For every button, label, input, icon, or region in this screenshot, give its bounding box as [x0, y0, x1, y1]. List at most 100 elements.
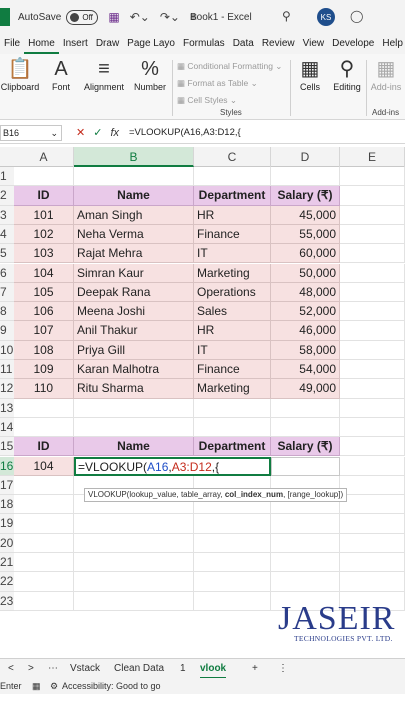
cell[interactable] — [340, 340, 405, 360]
table-cell[interactable]: 52,000 — [271, 302, 340, 322]
table-cell[interactable]: 45,000 — [271, 205, 340, 225]
search-icon[interactable]: ⚲ — [282, 9, 291, 23]
cell[interactable] — [340, 224, 405, 245]
table-cell[interactable]: Operations — [194, 282, 271, 303]
undo-icon[interactable]: ↶⌄ — [130, 10, 150, 24]
row-header[interactable]: 1 — [0, 167, 14, 187]
tab-review[interactable]: Review — [258, 34, 299, 54]
cell[interactable] — [340, 167, 405, 187]
cell[interactable] — [340, 186, 405, 206]
row-header[interactable]: 15 — [0, 437, 14, 457]
table-cell[interactable]: 101 — [14, 205, 74, 225]
sheet-tab-1[interactable]: 1 — [180, 659, 186, 679]
tab-develope[interactable]: Develope — [328, 34, 378, 54]
table-cell[interactable]: Finance — [194, 224, 271, 245]
table-cell[interactable]: Aman Singh — [74, 205, 194, 225]
tab-page-layo[interactable]: Page Layo — [123, 34, 179, 54]
active-formula-cell[interactable]: =VLOOKUP(A16,A3:D12,{ — [74, 456, 271, 476]
column-header-e[interactable]: E — [340, 147, 405, 167]
cell[interactable] — [340, 302, 405, 322]
table-cell[interactable]: Marketing — [194, 379, 271, 399]
table-cell[interactable]: IT — [194, 340, 271, 360]
cell[interactable] — [340, 437, 405, 457]
table-cell[interactable]: Rajat Mehra — [74, 244, 194, 264]
cell[interactable] — [14, 533, 74, 553]
table-cell[interactable]: Meena Joshi — [74, 302, 194, 322]
column-header-c[interactable]: C — [194, 147, 271, 167]
row-header[interactable]: 8 — [0, 302, 14, 322]
row-header[interactable]: 20 — [0, 533, 14, 553]
cell[interactable] — [340, 495, 405, 515]
row-header[interactable]: 17 — [0, 475, 14, 496]
cell[interactable] — [340, 282, 405, 303]
table-header-cell[interactable]: Salary (₹) — [271, 186, 340, 206]
cell[interactable] — [271, 533, 340, 553]
more-sheets-icon[interactable]: ⋯ — [48, 659, 58, 679]
cell[interactable] — [14, 591, 74, 611]
lookup-header-cell[interactable]: Department — [194, 437, 271, 457]
table-cell[interactable]: Finance — [194, 360, 271, 380]
cell[interactable] — [340, 205, 405, 225]
table-cell[interactable]: Ritu Sharma — [74, 379, 194, 399]
row-header[interactable]: 5 — [0, 244, 14, 264]
table-cell[interactable]: 110 — [14, 379, 74, 399]
sheet-options-icon[interactable]: ⋮ — [278, 659, 288, 679]
cell[interactable] — [74, 514, 194, 534]
row-header[interactable]: 16 — [0, 456, 14, 476]
cell[interactable] — [74, 398, 194, 418]
sheet-tab-clean-data[interactable]: Clean Data — [114, 659, 164, 679]
cell[interactable] — [74, 417, 194, 438]
table-cell[interactable]: Neha Verma — [74, 224, 194, 245]
next-sheet-icon[interactable]: > — [28, 659, 34, 679]
tab-file[interactable]: File — [0, 34, 24, 54]
accessibility-status[interactable]: Accessibility: Good to go — [62, 678, 161, 694]
table-cell[interactable]: 103 — [14, 244, 74, 264]
lookup-header-cell[interactable]: ID — [14, 437, 74, 457]
cell[interactable] — [14, 398, 74, 418]
number-group[interactable]: % Number — [130, 56, 170, 92]
addins-group[interactable]: ▦ Add-ins — [368, 56, 404, 92]
table-cell[interactable]: Deepak Rana — [74, 282, 194, 303]
name-box[interactable]: B16 ⌄ — [0, 124, 62, 141]
cell[interactable] — [271, 398, 340, 418]
table-cell[interactable]: 58,000 — [271, 340, 340, 360]
font-group[interactable]: A Font — [44, 56, 78, 92]
cell[interactable] — [194, 514, 271, 534]
cell[interactable] — [340, 379, 405, 399]
cell[interactable] — [194, 533, 271, 553]
cell[interactable] — [74, 533, 194, 553]
sheet-tab-vlook[interactable]: vlook — [200, 659, 227, 679]
column-header-a[interactable]: A — [14, 147, 74, 167]
row-header[interactable]: 22 — [0, 572, 14, 592]
row-header[interactable]: 10 — [0, 340, 14, 360]
row-header[interactable]: 3 — [0, 205, 14, 225]
row-header[interactable]: 11 — [0, 360, 14, 380]
table-cell[interactable]: HR — [194, 321, 271, 341]
insert-function-icon[interactable]: fx — [110, 127, 119, 139]
table-cell[interactable]: Priya Gill — [74, 340, 194, 360]
cell[interactable] — [14, 553, 74, 573]
cell[interactable] — [340, 360, 405, 380]
cell[interactable] — [340, 244, 405, 264]
row-header[interactable]: 14 — [0, 417, 14, 438]
cell[interactable] — [14, 514, 74, 534]
cell[interactable] — [340, 533, 405, 553]
cell[interactable] — [194, 417, 271, 438]
row-header[interactable]: 6 — [0, 263, 14, 283]
table-cell[interactable]: 55,000 — [271, 224, 340, 245]
cell[interactable] — [194, 398, 271, 418]
clipboard-group[interactable]: 📋 Clipboard — [0, 56, 40, 92]
editing-group[interactable]: ⚲ Editing — [330, 56, 364, 92]
tab-formulas[interactable]: Formulas — [179, 34, 229, 54]
cell[interactable] — [271, 514, 340, 534]
redo-icon[interactable]: ↷⌄ — [160, 10, 180, 24]
cell[interactable] — [271, 553, 340, 573]
cell[interactable] — [74, 591, 194, 611]
table-cell[interactable]: 104 — [14, 263, 74, 283]
cell[interactable] — [271, 167, 340, 187]
lookup-header-cell[interactable]: Name — [74, 437, 194, 457]
table-cell[interactable]: 108 — [14, 340, 74, 360]
cell[interactable] — [340, 417, 405, 438]
table-cell[interactable]: IT — [194, 244, 271, 264]
cell[interactable] — [340, 514, 405, 534]
